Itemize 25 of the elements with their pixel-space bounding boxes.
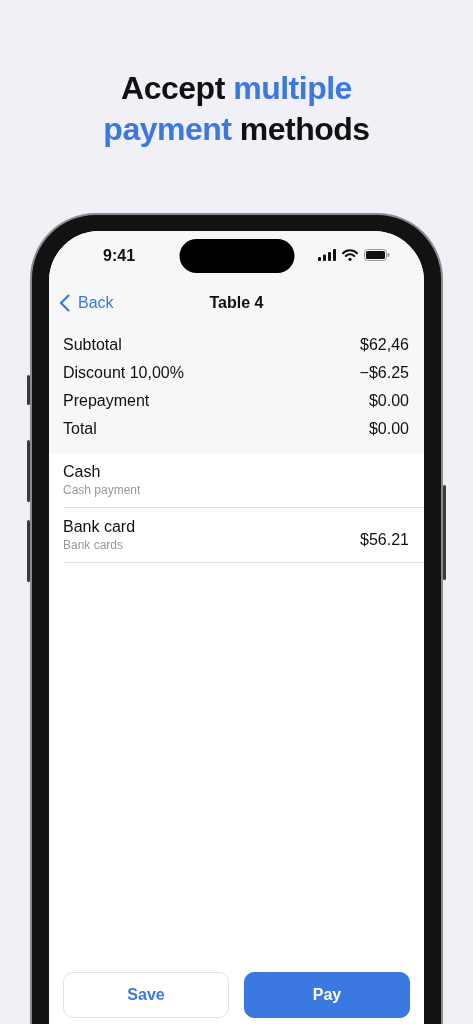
- signal-icon: [318, 249, 336, 261]
- battery-icon: [364, 249, 390, 261]
- pay-button[interactable]: Pay: [244, 972, 410, 1018]
- payment-method-item[interactable]: Bank card Bank cards $56.21: [63, 508, 424, 563]
- back-button[interactable]: Back: [59, 294, 114, 312]
- summary-value: $62,46: [360, 336, 409, 354]
- payment-method-item[interactable]: Cash Cash payment: [63, 453, 424, 508]
- summary-label: Discount 10,00%: [63, 364, 184, 382]
- summary-label: Subtotal: [63, 336, 122, 354]
- wifi-icon: [342, 249, 358, 261]
- method-name: Bank card: [63, 518, 136, 536]
- chevron-left-icon: [59, 294, 70, 312]
- summary-label: Total: [63, 420, 97, 438]
- summary-value: $0.00: [368, 392, 409, 410]
- method-description: Cash payment: [63, 483, 141, 497]
- method-description: Bank cards: [63, 538, 125, 552]
- summary-label: Prepayment: [63, 392, 150, 410]
- summary-value: $0.00: [368, 420, 409, 438]
- method-amount: $56.21: [360, 531, 409, 549]
- status-time: 9:41: [103, 247, 136, 265]
- headline: Accept multiple payment methods: [103, 69, 370, 149]
- screen-title: Table 4: [209, 294, 264, 312]
- summary-value: −$6.25: [359, 364, 409, 382]
- method-name: Cash: [63, 463, 102, 481]
- save-button[interactable]: Save: [63, 972, 229, 1018]
